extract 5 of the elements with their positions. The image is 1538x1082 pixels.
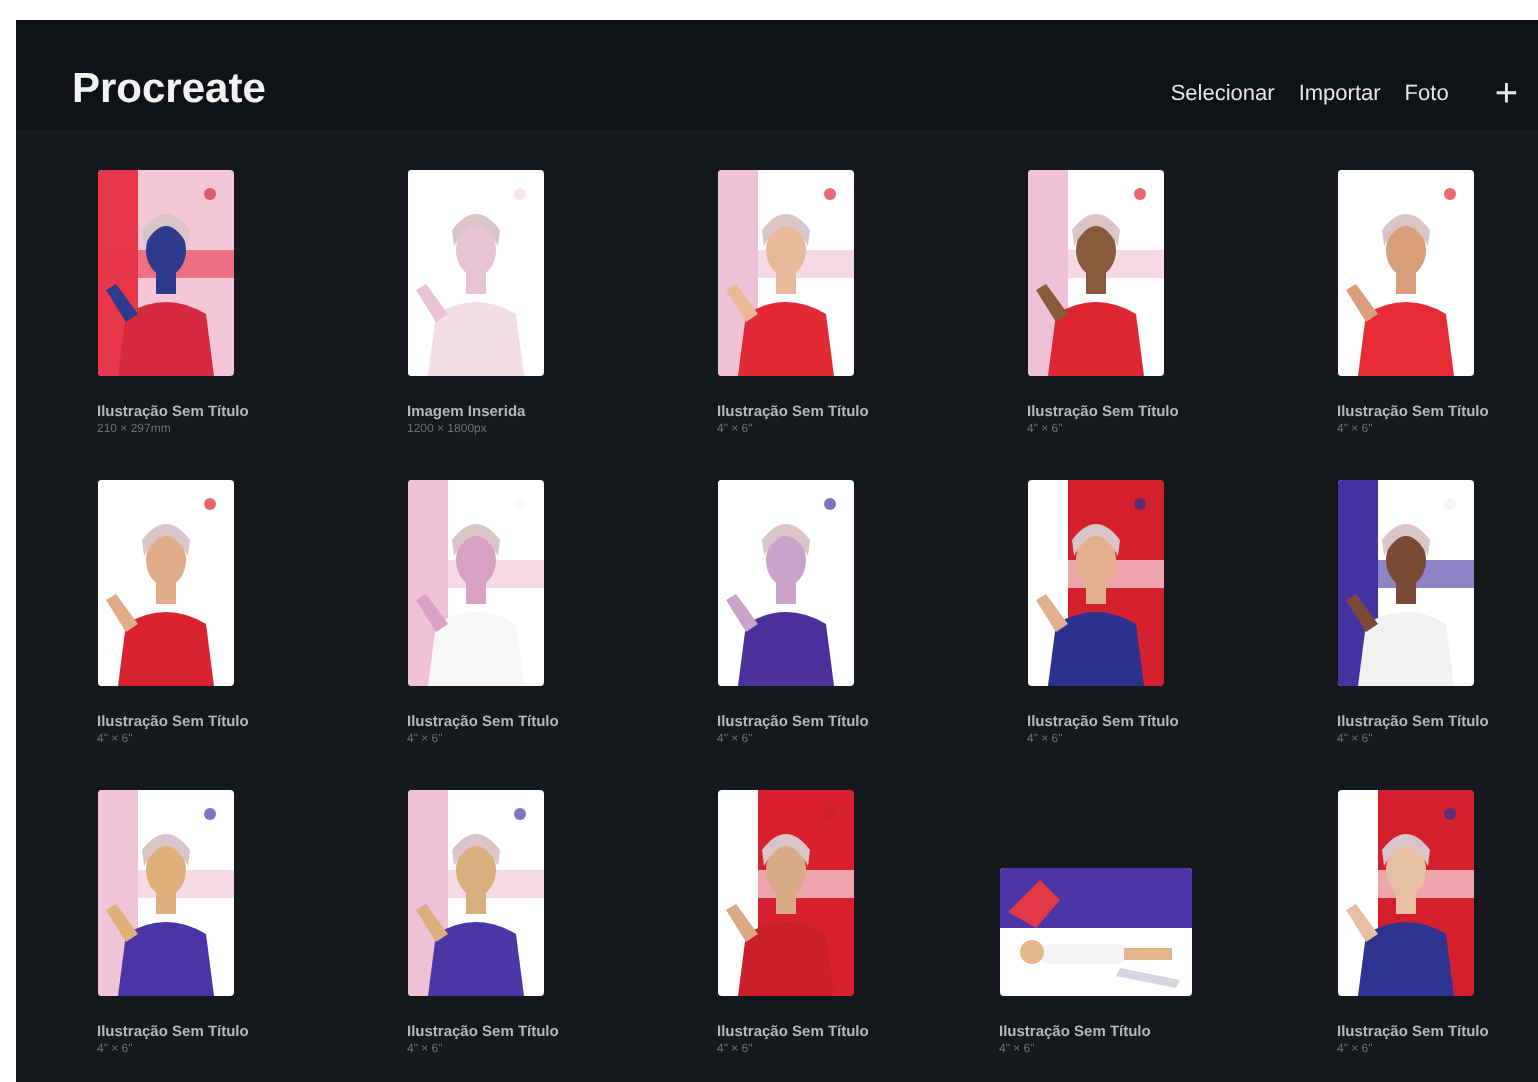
app-title: Procreate [72, 66, 266, 114]
add-button[interactable]: + [1486, 74, 1526, 114]
toolbar-button[interactable]: Importar [1288, 78, 1391, 110]
toolbar-button[interactable]: Foto [1394, 78, 1459, 110]
toolbar-button[interactable]: Selecionar [1160, 78, 1285, 110]
